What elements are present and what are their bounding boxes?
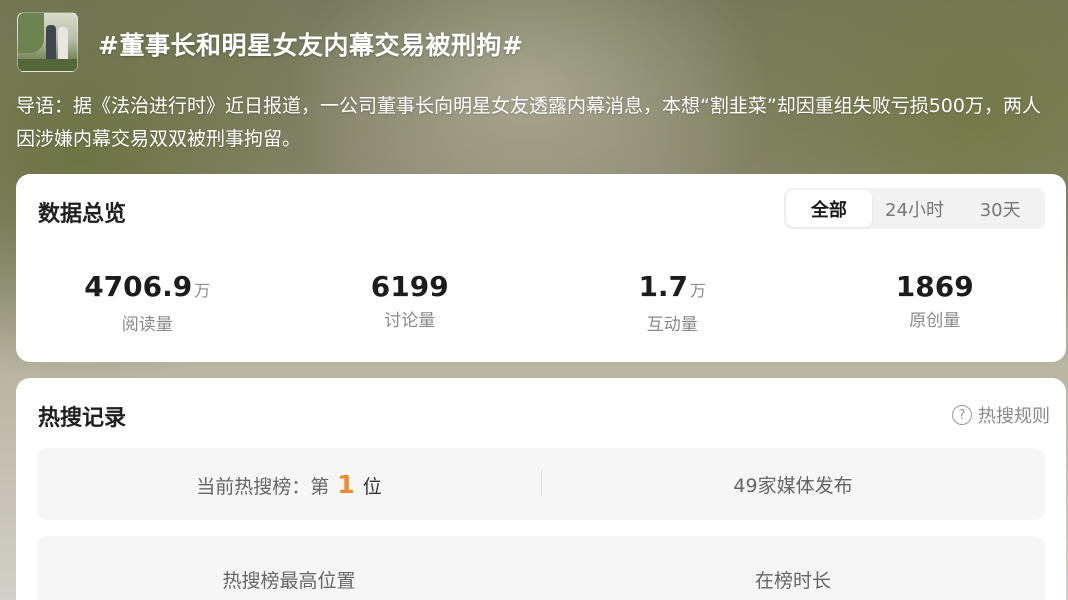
stat-originals-value: 1869	[895, 270, 974, 303]
row-divider	[541, 470, 542, 496]
topic-guide: 导语：据《法治进行时》近日报道，一公司董事长向明星女友透露内幕消息，本想“割韭菜…	[16, 95, 1041, 150]
topic-header: #董事长和明星女友内幕交易被刑拘# 导语：据《法治进行时》近日报道，一公司董事长…	[0, 0, 1068, 175]
media-count-link[interactable]: 49家媒体发布	[541, 471, 1045, 498]
rank-details-row: 热搜榜最高位置 在榜时长	[37, 536, 1045, 600]
topic-thumbnail[interactable]	[17, 12, 78, 72]
rank-prefix: 当前热搜榜：第	[196, 475, 330, 498]
tab-24h[interactable]: 24小时	[872, 190, 958, 227]
stat-reads-unit: 万	[194, 281, 211, 300]
stat-reads-label: 阅读量	[121, 315, 173, 335]
overview-stats: 4706.9 万 阅读量 6199 讨论量 1.7 万 互动量 1869 原创量	[16, 270, 1066, 340]
rank-suffix: 位	[362, 475, 382, 498]
thumbnail-tree	[18, 13, 44, 53]
stat-discussions-label: 讨论量	[384, 311, 436, 331]
time-range-tabs: 全部 24小时 30天	[784, 188, 1045, 229]
help-icon: ?	[952, 405, 972, 425]
hot-search-title: 热搜记录	[38, 406, 127, 431]
current-rank-row: 当前热搜榜：第 1 位 49家媒体发布	[37, 448, 1045, 520]
stat-discussions: 6199 讨论量	[279, 270, 542, 340]
hot-search-card: 热搜记录 ? 热搜规则 当前热搜榜：第 1 位 49家媒体发布 热搜榜最高位置 在榜…	[16, 378, 1066, 600]
stat-interactions-unit: 万	[690, 281, 707, 300]
stat-discussions-value: 6199	[370, 270, 449, 303]
tab-all[interactable]: 全部	[786, 190, 872, 227]
hot-search-rules-link[interactable]: ? 热搜规则	[952, 402, 1050, 428]
tab-30d[interactable]: 30天	[957, 190, 1043, 227]
thumbnail-ground	[18, 59, 77, 71]
overview-title: 数据总览	[38, 202, 127, 227]
stat-originals: 1869 原创量	[804, 270, 1067, 340]
peak-position-label: 热搜榜最高位置	[222, 570, 356, 592]
duration-label: 在榜时长	[754, 570, 831, 592]
current-rank: 当前热搜榜：第 1 位	[37, 470, 541, 499]
stat-reads: 4706.9 万 阅读量	[16, 270, 279, 340]
stat-originals-label: 原创量	[909, 311, 961, 331]
data-overview-card: 数据总览 全部 24小时 30天 4706.9 万 阅读量 6199 讨论量 1.…	[16, 174, 1066, 362]
rank-number: 1	[337, 469, 355, 499]
stat-interactions: 1.7 万 互动量	[541, 270, 804, 340]
stat-reads-value: 4706.9	[84, 270, 193, 303]
stat-interactions-label: 互动量	[646, 315, 698, 335]
topic-title: #董事长和明星女友内幕交易被刑拘#	[98, 31, 524, 60]
stat-interactions-value: 1.7	[638, 270, 689, 303]
rules-label: 热搜规则	[978, 406, 1050, 427]
